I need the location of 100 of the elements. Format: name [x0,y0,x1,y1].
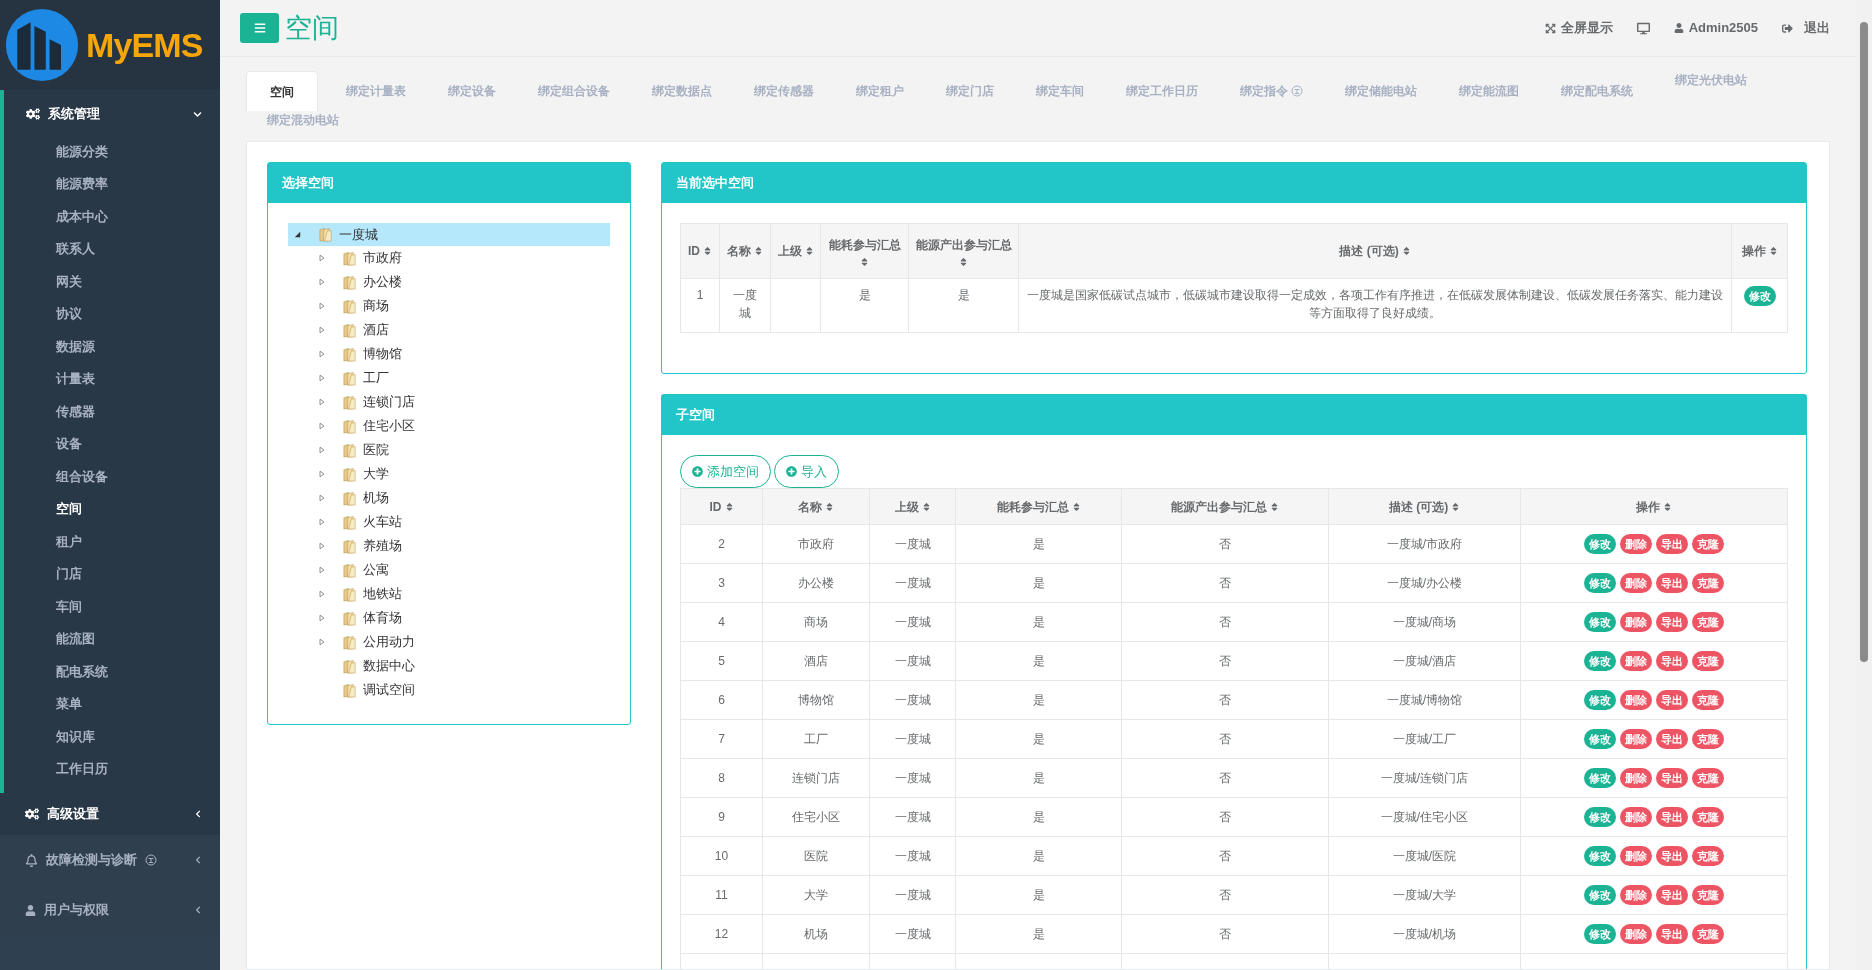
action-button[interactable]: 导出 [1656,924,1688,944]
sort-icon[interactable] [724,501,734,512]
sidebar-item[interactable]: 组合设备 [4,460,220,493]
action-button[interactable]: 克隆 [1692,690,1724,710]
collapsed-triangle-icon[interactable] [318,614,326,622]
header-link[interactable]: Admin2505 [1688,18,1758,38]
sidebar-section[interactable]: 用户与权限 [0,885,220,935]
action-button[interactable]: 克隆 [1692,885,1724,905]
monitor-icon[interactable] [1636,21,1650,35]
sort-icon[interactable] [1451,501,1461,512]
action-button[interactable]: 修改 [1584,651,1616,671]
tree-label[interactable]: 市政府 [363,248,402,268]
tree-label[interactable]: 养殖场 [363,536,402,556]
tree-node[interactable]: 一度城 [288,223,610,246]
action-button[interactable]: 导出 [1656,729,1688,749]
header-link[interactable]: 退出 [1804,18,1830,38]
action-button[interactable]: 修改 [1584,729,1616,749]
collapsed-triangle-icon[interactable] [318,566,326,574]
action-button[interactable]: 修改 [1584,807,1616,827]
sort-icon[interactable] [1663,501,1672,512]
action-button[interactable]: 删除 [1620,690,1652,710]
collapsed-triangle-icon[interactable] [318,278,326,286]
tree-label[interactable]: 体育场 [363,608,402,628]
tree-label[interactable]: 公寓 [363,560,389,580]
column-header[interactable]: 描述 (可选) [1388,497,1449,516]
column-header[interactable]: 名称 [798,497,822,516]
action-button[interactable]: 导出 [1656,690,1688,710]
sidebar-item[interactable]: 网关 [4,265,220,298]
tree-label[interactable]: 数据中心 [363,656,415,676]
sidebar-item[interactable]: 菜单 [4,687,220,720]
collapsed-triangle-icon[interactable] [318,542,326,550]
action-button[interactable]: 删除 [1620,807,1652,827]
scrollbar[interactable] [1856,0,1872,970]
column-header[interactable]: 名称 [727,242,751,260]
tree-label[interactable]: 办公楼 [363,272,402,292]
collapsed-triangle-icon[interactable] [318,446,326,454]
sort-icon[interactable] [1768,246,1778,256]
tree-label[interactable]: 酒店 [363,320,389,340]
action-button[interactable]: 删除 [1620,612,1652,632]
collapsed-triangle-icon[interactable] [318,326,326,334]
collapsed-triangle-icon[interactable] [318,302,326,310]
collapsed-triangle-icon[interactable] [318,518,326,526]
sidebar-item[interactable]: 能流图 [4,622,220,655]
sort-icon[interactable] [921,501,931,512]
sidebar-item[interactable]: 车间 [4,590,220,623]
action-button[interactable]: 修改 [1584,768,1616,788]
sort-icon[interactable] [1270,501,1279,512]
sidebar-item[interactable]: 能源费率 [4,167,220,200]
tree-label[interactable]: 火车站 [363,512,402,532]
sort-icon[interactable] [1071,501,1081,512]
tree-label[interactable]: 公用动力 [363,632,415,652]
tree-label[interactable]: 大学 [363,464,389,484]
tree-label[interactable]: 商场 [363,296,389,316]
action-button[interactable]: 导出 [1656,807,1688,827]
expanded-triangle-icon[interactable] [293,230,302,239]
collapsed-triangle-icon[interactable] [318,470,326,478]
action-button[interactable]: 克隆 [1692,573,1724,593]
sidebar-section[interactable]: 高级设置 [0,793,220,835]
sidebar-item[interactable]: 空间 [4,492,220,525]
action-button[interactable]: 导出 [1656,651,1688,671]
tree-label[interactable]: 博物馆 [363,344,402,364]
tree-label[interactable]: 住宅小区 [363,416,415,436]
collapsed-triangle-icon[interactable] [318,398,326,406]
collapsed-triangle-icon[interactable] [318,374,326,382]
sort-icon[interactable] [754,246,763,256]
column-header[interactable]: 操作 [1741,242,1766,260]
column-header[interactable]: 上级 [777,242,802,260]
tree-label[interactable]: 地铁站 [363,584,402,604]
menu-button[interactable] [240,13,279,43]
sidebar-section[interactable]: 故障检测与诊断 [0,835,220,885]
action-button[interactable]: 删除 [1620,729,1652,749]
sidebar-item[interactable]: 知识库 [4,720,220,753]
sidebar-item[interactable]: 成本中心 [4,200,220,233]
action-button[interactable]: 修改 [1584,690,1616,710]
action-button[interactable]: 修改 [1584,846,1616,866]
sort-icon[interactable] [703,246,712,256]
collapsed-triangle-icon[interactable] [318,254,326,262]
sidebar-item[interactable]: 门店 [4,557,220,590]
action-button[interactable]: 克隆 [1692,534,1724,554]
collapsed-triangle-icon[interactable] [318,422,326,430]
action-button[interactable]: 删除 [1620,846,1652,866]
action-button[interactable]: 导出 [1656,846,1688,866]
sidebar-item[interactable]: 联系人 [4,232,220,265]
action-button[interactable]: 删除 [1620,534,1652,554]
action-button[interactable]: 修改 [1584,885,1616,905]
action-button[interactable]: 克隆 [1692,729,1724,749]
action-button[interactable]: 修改 [1584,924,1616,944]
column-header[interactable]: 操作 [1636,497,1660,516]
sidebar-item[interactable]: 工作日历 [4,752,220,785]
action-button[interactable]: 修改 [1584,612,1616,632]
action-button[interactable]: 导出 [1656,534,1688,554]
sidebar-item[interactable]: 设备 [4,427,220,460]
column-header[interactable]: ID [709,497,722,516]
action-button[interactable]: 导出 [1656,573,1688,593]
action-button[interactable]: 删除 [1620,768,1652,788]
tree-label[interactable]: 工厂 [363,368,389,388]
action-button[interactable]: 删除 [1620,885,1652,905]
action-button[interactable]: 克隆 [1692,807,1724,827]
action-button[interactable]: 克隆 [1692,651,1724,671]
collapsed-triangle-icon[interactable] [318,494,326,502]
